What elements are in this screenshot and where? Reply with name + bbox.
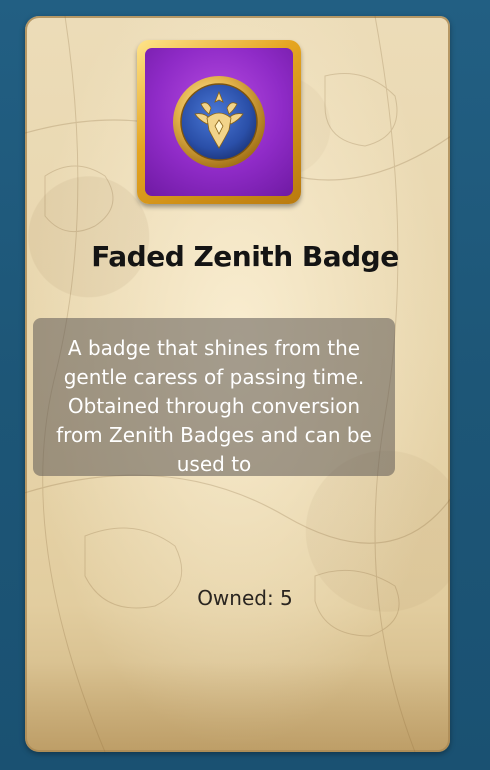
item-icon-background bbox=[145, 48, 293, 196]
faded-zenith-badge-icon bbox=[173, 76, 265, 168]
item-detail-screen: Faded Zenith Badge A badge that shines f… bbox=[0, 0, 490, 770]
item-title: Faded Zenith Badge bbox=[91, 240, 399, 273]
item-icon-frame bbox=[137, 40, 301, 204]
owned-count: Owned: 5 bbox=[197, 586, 293, 610]
item-description-box[interactable]: A badge that shines from the gentle care… bbox=[33, 318, 395, 476]
item-description: A badge that shines from the gentle care… bbox=[56, 336, 372, 476]
